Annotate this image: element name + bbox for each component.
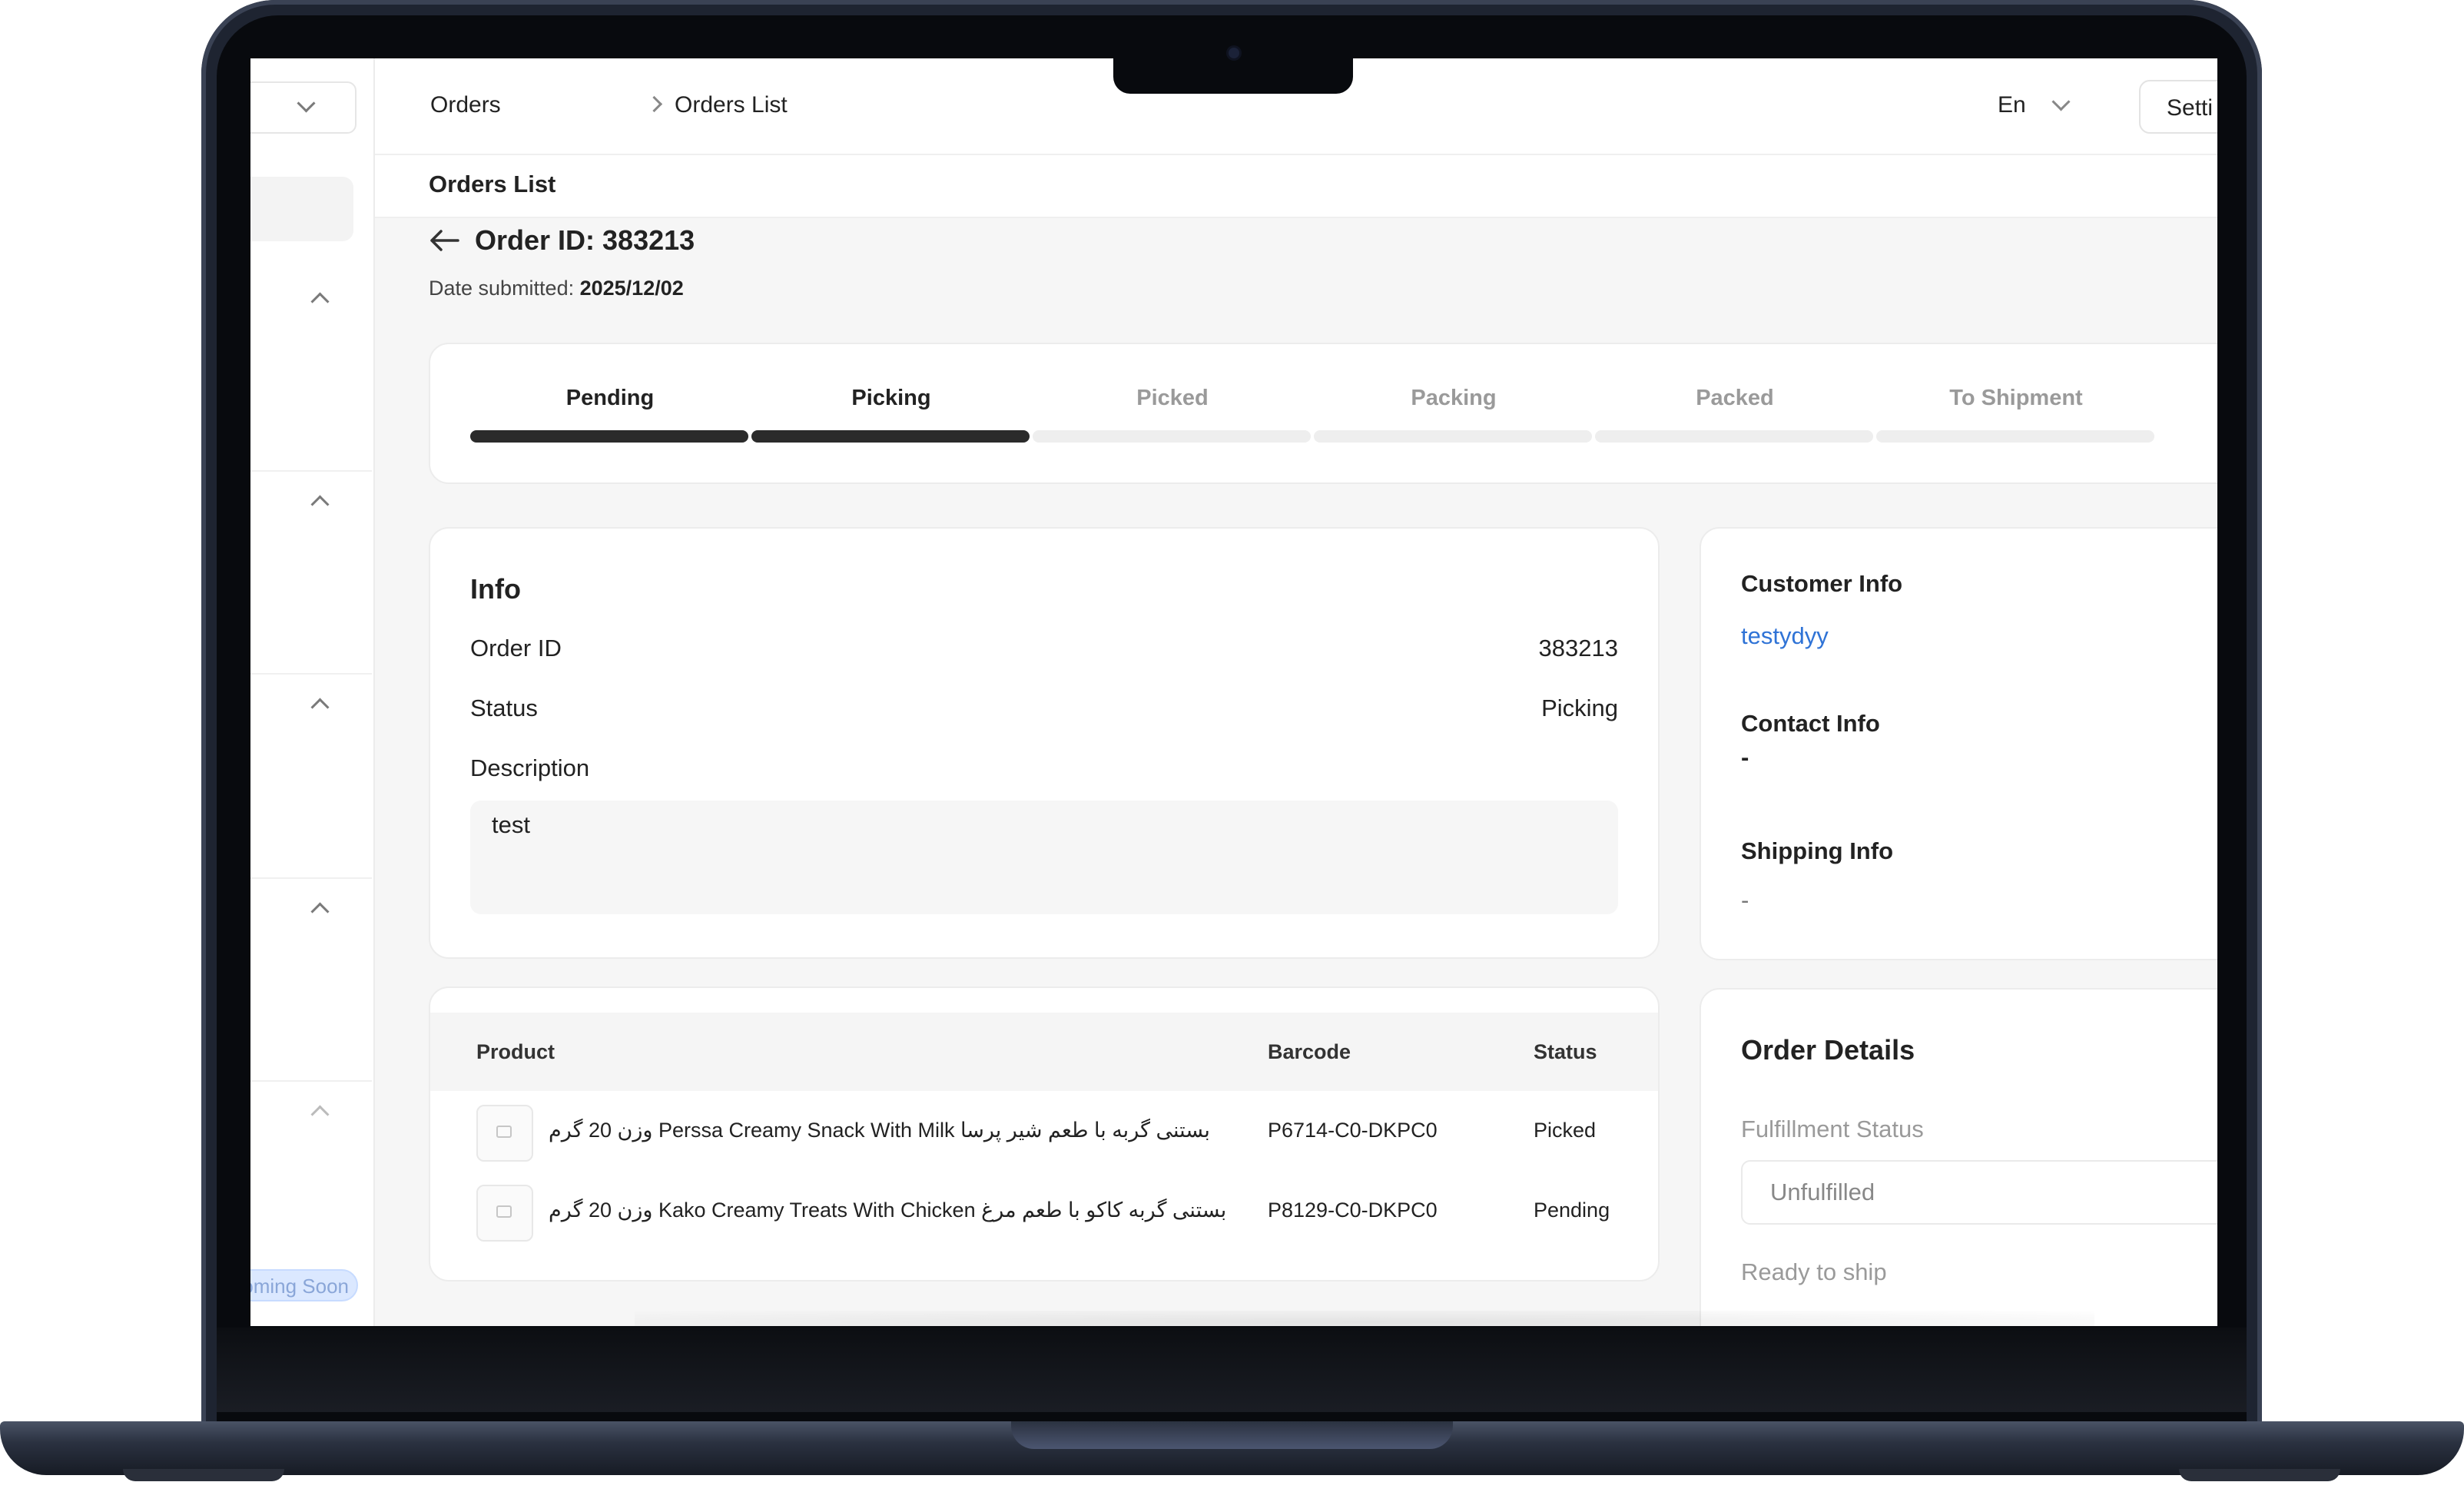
camera-notch (1113, 46, 1353, 94)
fulfillment-status-select[interactable]: Unfulfilled (1741, 1160, 2217, 1225)
sidebar: Coming Soon (250, 58, 375, 1326)
customer-name-link[interactable]: testydyy (1741, 622, 1829, 650)
shipping-info-value: - (1741, 887, 1749, 913)
step-packing: Packing (1411, 386, 1497, 410)
contact-info-value: - (1741, 744, 1749, 771)
image-placeholder-icon (496, 1205, 512, 1218)
breadcrumb-current: Orders List (675, 92, 788, 118)
date-submitted: Date submitted: 2025/12/02 (429, 277, 684, 300)
product-name: وزن 20 گرم Perssa Creamy Snack With Milk… (549, 1119, 1210, 1142)
screen-bottom-bezel (217, 1328, 2247, 1412)
chevron-down-icon[interactable] (2051, 92, 2071, 111)
customer-info-title: Customer Info (1741, 570, 1903, 597)
settings-button[interactable]: Setti (2139, 80, 2217, 134)
laptop-foot-left (123, 1469, 284, 1481)
step-pending: Pending (565, 386, 655, 410)
chevron-up-icon[interactable] (310, 698, 330, 717)
ready-to-ship-label: Ready to ship (1741, 1258, 1887, 1285)
laptop-foot-right (2179, 1469, 2340, 1481)
image-placeholder-icon (496, 1126, 512, 1138)
chevron-up-icon[interactable] (310, 1105, 330, 1124)
product-status: Pending (1534, 1199, 1610, 1222)
column-header-product: Product (476, 1040, 555, 1063)
sidebar-divider (250, 673, 372, 675)
language-select[interactable]: En (1998, 92, 2026, 118)
step-bar (1876, 430, 2154, 443)
table-row[interactable]: وزن 20 گرم Perssa Creamy Snack With Milk… (430, 1092, 1658, 1172)
column-header-status: Status (1534, 1040, 1597, 1063)
scroll-shadow (635, 1311, 2094, 1326)
chevron-down-icon (297, 94, 316, 113)
product-barcode: P6714-C0-DKPC0 (1268, 1119, 1438, 1142)
step-picked: Picked (1136, 386, 1209, 410)
page-title: Orders List (429, 171, 556, 197)
date-label: Date submitted: (429, 277, 575, 300)
step-bar (1033, 430, 1311, 443)
chevron-up-icon[interactable] (310, 902, 330, 921)
order-id-value: 383213 (1538, 635, 1618, 661)
breadcrumb-orders[interactable]: Orders (430, 92, 501, 118)
step-bar (1314, 430, 1592, 443)
screen: Coming Soon Orders Orders List En Setti … (250, 58, 2217, 1326)
table-row[interactable]: وزن 20 گرم Kako Creamy Treats With Chick… (430, 1172, 1658, 1252)
info-title: Info (470, 573, 521, 605)
status-value: Picking (1541, 695, 1618, 721)
sidebar-divider (250, 1080, 372, 1082)
shipping-info-title: Shipping Info (1741, 837, 1894, 864)
description-field[interactable]: test (470, 801, 1618, 914)
chevron-up-icon[interactable] (310, 292, 330, 311)
fulfillment-status-label: Fulfillment Status (1741, 1116, 1924, 1142)
product-status: Picked (1534, 1119, 1597, 1142)
product-thumbnail (476, 1105, 533, 1162)
order-id-label: Order ID (470, 635, 562, 661)
step-bar (1595, 430, 1873, 443)
order-title: Order ID: 383213 (475, 224, 695, 256)
column-header-barcode: Barcode (1268, 1040, 1351, 1063)
order-details-title: Order Details (1741, 1034, 1915, 1066)
products-table: Product Barcode Status وزن 20 گرم Perssa… (429, 986, 1660, 1281)
sidebar-divider (250, 470, 372, 472)
order-status-stepper: Pending Picking Picked Packing Packed To… (429, 343, 2217, 484)
step-bar (470, 430, 748, 443)
contact-info-title: Contact Info (1741, 710, 1880, 737)
order-details-card: Order Details Fulfillment Status Unfulfi… (1700, 988, 2217, 1326)
step-picking: Picking (851, 386, 931, 410)
sidebar-divider (250, 877, 372, 879)
coming-soon-badge: Coming Soon (250, 1269, 358, 1301)
chevron-up-icon[interactable] (310, 495, 330, 514)
back-arrow-icon[interactable] (429, 229, 459, 252)
chevron-right-icon (645, 95, 663, 113)
step-to-shipment: To Shipment (1949, 386, 2083, 410)
product-thumbnail (476, 1185, 533, 1242)
page-subheader: Orders List (375, 155, 2217, 218)
step-packed: Packed (1696, 386, 1774, 410)
sidebar-workspace-select[interactable] (250, 81, 357, 134)
step-bar (751, 430, 1030, 443)
product-barcode: P8129-C0-DKPC0 (1268, 1199, 1438, 1222)
customer-card: Customer Info testydyy Contact Info - Sh… (1700, 527, 2217, 960)
sidebar-item-active[interactable] (250, 177, 353, 241)
info-card: Info Order ID 383213 Status Picking Desc… (429, 527, 1660, 959)
status-label: Status (470, 695, 538, 721)
product-name: وزن 20 گرم Kako Creamy Treats With Chick… (549, 1199, 1227, 1222)
date-value: 2025/12/02 (579, 277, 684, 300)
camera-icon (1229, 48, 1239, 58)
laptop-opening-notch (1011, 1421, 1453, 1449)
description-label: Description (470, 754, 590, 781)
table-header: Product Barcode Status (430, 1013, 1658, 1091)
